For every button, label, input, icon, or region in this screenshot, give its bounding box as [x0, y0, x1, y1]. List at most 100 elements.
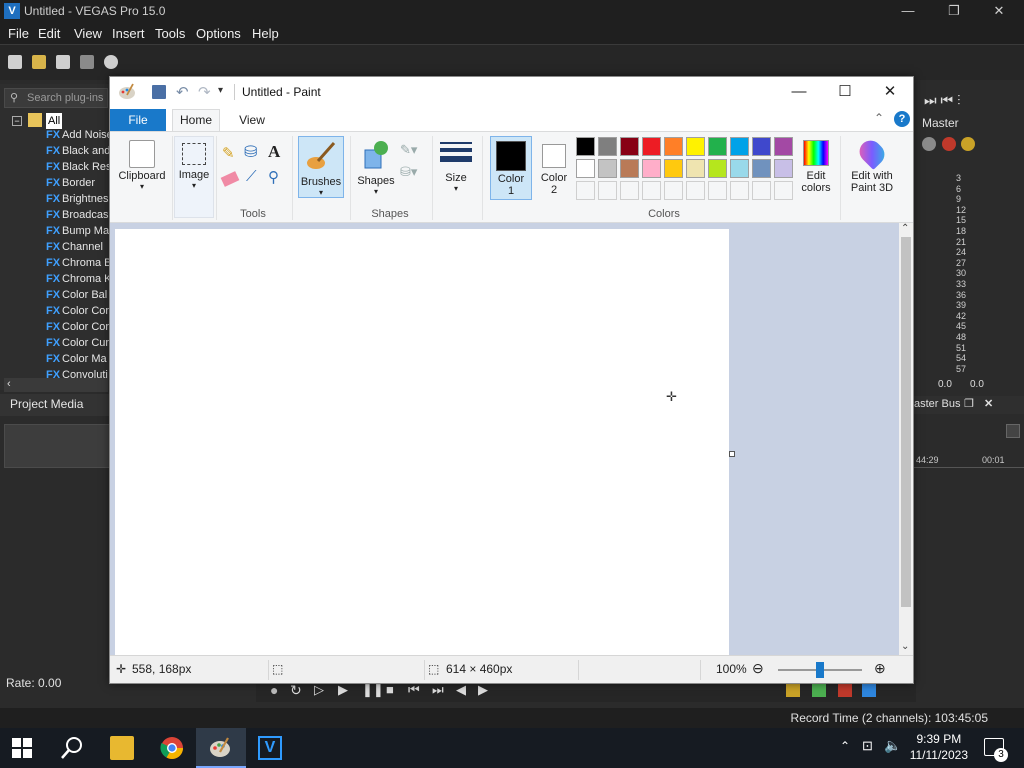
- scroll-down-icon[interactable]: ⌄: [901, 641, 909, 652]
- fill-icon[interactable]: ⛁: [244, 142, 257, 162]
- edit-colors-button[interactable]: Edit colors: [794, 136, 838, 198]
- menu-file[interactable]: File: [8, 26, 29, 41]
- scroll-thumb[interactable]: [901, 237, 911, 607]
- brushes-button[interactable]: Brushes ▾: [298, 136, 344, 198]
- palette-color-swatch[interactable]: [774, 137, 793, 156]
- loop-icon[interactable]: ↻: [290, 682, 302, 699]
- restore-icon[interactable]: ❐: [931, 0, 977, 22]
- menu-tools[interactable]: Tools: [155, 26, 185, 41]
- chrome-icon[interactable]: [160, 736, 184, 760]
- tree-root-all[interactable]: All: [46, 113, 63, 129]
- volume-muted-icon[interactable]: 🔈: [884, 737, 901, 754]
- palette-color-swatch[interactable]: [708, 137, 727, 156]
- render-icon[interactable]: [80, 55, 94, 69]
- pencil-icon[interactable]: ✎: [222, 144, 235, 162]
- menu-help[interactable]: Help: [252, 26, 279, 41]
- menu-edit[interactable]: Edit: [38, 26, 60, 41]
- settings-icon[interactable]: [104, 55, 118, 69]
- fx-plugin-item[interactable]: FX Color Cor: [46, 321, 110, 337]
- open-icon[interactable]: [32, 55, 46, 69]
- snap-icon[interactable]: [838, 683, 852, 697]
- fx-plugin-item[interactable]: FX Black Res: [46, 161, 110, 177]
- marker-icon[interactable]: [786, 683, 800, 697]
- timeline-menu-icon[interactable]: [1006, 424, 1020, 438]
- palette-empty-swatch[interactable]: [752, 181, 771, 200]
- next-frame-icon[interactable]: ▶: [478, 682, 488, 698]
- paint-close-icon[interactable]: ✕: [867, 77, 913, 107]
- tab-home[interactable]: Home: [172, 109, 220, 132]
- size-button[interactable]: Size ▾: [436, 136, 476, 198]
- paint-app-icon[interactable]: [118, 83, 136, 101]
- close-panel-icon[interactable]: ✕: [984, 397, 993, 410]
- fx-plugin-item[interactable]: FX Color Ma: [46, 353, 110, 369]
- play-from-start-icon[interactable]: ▷: [314, 682, 324, 698]
- palette-empty-swatch[interactable]: [730, 181, 749, 200]
- network-icon[interactable]: ⊡: [862, 738, 873, 754]
- tab-file[interactable]: File: [110, 109, 166, 131]
- shapes-button[interactable]: Shapes ▾: [354, 136, 398, 198]
- palette-empty-swatch[interactable]: [576, 181, 595, 200]
- fx-plugin-item[interactable]: FX Bump Ma: [46, 225, 110, 241]
- system-clock[interactable]: 9:39 PM 11/11/2023: [910, 731, 968, 763]
- palette-color-swatch[interactable]: [730, 159, 749, 178]
- palette-color-swatch[interactable]: [620, 159, 639, 178]
- undock-icon[interactable]: ❐: [964, 397, 974, 410]
- palette-color-swatch[interactable]: [598, 159, 617, 178]
- palette-empty-swatch[interactable]: [686, 181, 705, 200]
- fx-plugin-item[interactable]: FX Broadcas: [46, 209, 110, 225]
- scroll-up-icon[interactable]: ⌃: [901, 223, 909, 234]
- go-end-icon[interactable]: ⏭: [432, 682, 444, 698]
- fx-plugin-item[interactable]: FX Border: [46, 177, 110, 193]
- paint-maximize-icon[interactable]: ☐: [822, 77, 868, 107]
- palette-color-swatch[interactable]: [642, 137, 661, 156]
- canvas-vscrollbar[interactable]: ⌃ ⌄: [899, 223, 913, 655]
- paint-minimize-icon[interactable]: —: [776, 77, 822, 107]
- quick-save-icon[interactable]: [152, 85, 166, 99]
- palette-color-swatch[interactable]: [664, 137, 683, 156]
- prev-frame-icon[interactable]: ◀: [456, 682, 466, 698]
- pause-icon[interactable]: ❚❚: [362, 682, 384, 698]
- palette-color-swatch[interactable]: [708, 159, 727, 178]
- search-plugins-input[interactable]: ⚲ Search plug-ins: [4, 88, 108, 108]
- stop-icon[interactable]: ■: [386, 682, 394, 697]
- menu-view[interactable]: View: [74, 26, 102, 41]
- vegas-taskbar-icon[interactable]: V: [258, 736, 282, 760]
- palette-empty-swatch[interactable]: [598, 181, 617, 200]
- magnifier-icon[interactable]: ⚲: [268, 168, 279, 186]
- mute-icon[interactable]: [942, 137, 956, 151]
- palette-color-swatch[interactable]: [730, 137, 749, 156]
- save-icon[interactable]: [56, 55, 70, 69]
- undo-icon[interactable]: ↶: [176, 83, 190, 101]
- fx-plugin-item[interactable]: FX Brightnes: [46, 193, 110, 209]
- tree-collapse-icon[interactable]: −: [12, 116, 22, 126]
- transport-arrows-icon[interactable]: ⏭ ⏮ ⫶: [924, 92, 960, 109]
- show-hidden-icons[interactable]: ⌃: [840, 739, 850, 753]
- clipboard-button[interactable]: Clipboard ▾: [114, 136, 170, 198]
- auto-ripple-icon[interactable]: [862, 683, 876, 697]
- color-picker-icon[interactable]: ⟋: [246, 168, 257, 185]
- palette-color-swatch[interactable]: [598, 137, 617, 156]
- plugin-hscrollbar[interactable]: ‹: [4, 378, 108, 392]
- windows-start-icon[interactable]: [12, 738, 32, 758]
- color2-button[interactable]: Color 2: [534, 136, 574, 200]
- drawing-canvas[interactable]: [115, 229, 729, 655]
- fx-plugin-item[interactable]: FX Chroma B: [46, 257, 110, 273]
- palette-empty-swatch[interactable]: [642, 181, 661, 200]
- collapse-ribbon-icon[interactable]: ⌃: [874, 111, 884, 125]
- paint-icon[interactable]: [208, 736, 232, 760]
- fx-plugin-item[interactable]: FX Channel: [46, 241, 110, 257]
- palette-color-swatch[interactable]: [642, 159, 661, 178]
- palette-empty-swatch[interactable]: [664, 181, 683, 200]
- palette-color-swatch[interactable]: [620, 137, 639, 156]
- redo-icon[interactable]: ↷: [198, 83, 212, 101]
- edit-with-paint3d-button[interactable]: Edit with Paint 3D: [844, 136, 900, 198]
- canvas-area[interactable]: ✛: [110, 223, 899, 655]
- project-media-tab[interactable]: Project Media: [0, 394, 110, 416]
- fx-plugin-item[interactable]: FX Black and: [46, 145, 110, 161]
- minimize-icon[interactable]: —: [885, 0, 931, 22]
- file-explorer-icon[interactable]: [110, 736, 134, 760]
- region-icon[interactable]: [812, 683, 826, 697]
- zoom-slider-thumb[interactable]: [816, 662, 824, 678]
- zoom-out-icon[interactable]: ⊖: [752, 660, 764, 677]
- palette-empty-swatch[interactable]: [708, 181, 727, 200]
